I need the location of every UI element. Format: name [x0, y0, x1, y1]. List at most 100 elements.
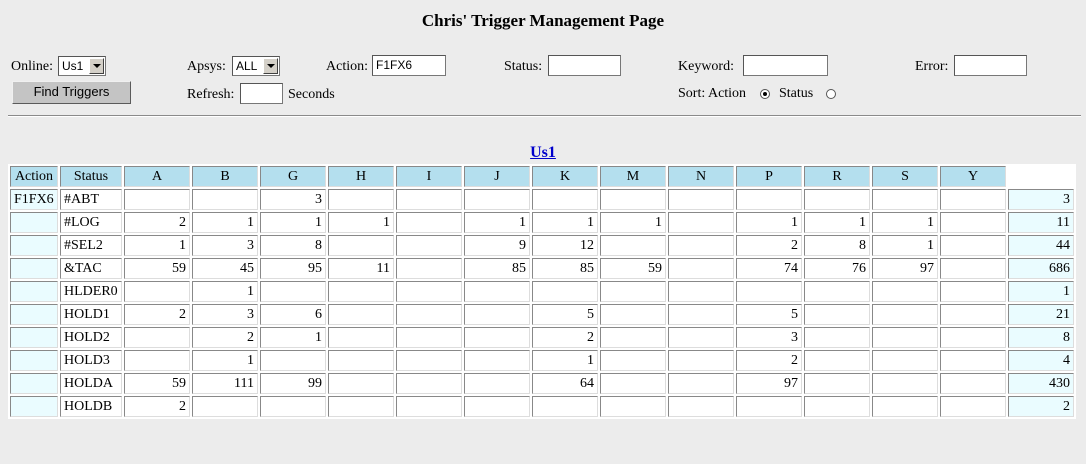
cell-count: 1 [804, 212, 870, 233]
sort-action-radio[interactable] [760, 89, 770, 99]
cell-count [328, 281, 394, 302]
cell-count [804, 373, 870, 394]
cell-count: 1 [260, 212, 326, 233]
cell-count: 99 [260, 373, 326, 394]
cell-count [668, 212, 734, 233]
cell-status: #SEL2 [60, 235, 122, 256]
online-select[interactable]: Us1 [58, 56, 106, 76]
cell-count: 85 [464, 258, 530, 279]
chevron-down-icon[interactable] [89, 58, 104, 74]
cell-action [10, 235, 58, 256]
cell-count: 1 [872, 212, 938, 233]
cell-total: 4 [1008, 350, 1074, 371]
cell-count [124, 350, 190, 371]
cell-count [192, 189, 258, 210]
cell-count [124, 281, 190, 302]
cell-count: 1 [192, 212, 258, 233]
cell-count [396, 327, 462, 348]
cell-count: 1 [532, 212, 598, 233]
cell-count [396, 235, 462, 256]
status-label: Status: [504, 59, 543, 74]
error-label: Error: [915, 59, 949, 74]
cell-count [396, 212, 462, 233]
error-input[interactable] [954, 55, 1027, 76]
cell-count: 85 [532, 258, 598, 279]
apsys-select[interactable]: ALL [232, 56, 280, 76]
column-header-p: P [736, 166, 802, 187]
status-input[interactable] [548, 55, 621, 76]
cell-count: 111 [192, 373, 258, 394]
cell-count: 2 [124, 396, 190, 417]
cell-count [600, 327, 666, 348]
cell-count [872, 281, 938, 302]
cell-count: 1 [872, 235, 938, 256]
table-row: HLDER0 1 1 [10, 281, 1074, 302]
refresh-input[interactable] [240, 83, 283, 104]
page-title: Chris' Trigger Management Page [421, 11, 665, 30]
cell-count [940, 189, 1006, 210]
cell-count [940, 235, 1006, 256]
cell-count [940, 212, 1006, 233]
column-header-r: R [804, 166, 870, 187]
cell-count: 97 [872, 258, 938, 279]
cell-count [872, 189, 938, 210]
cell-count [872, 327, 938, 348]
cell-count: 3 [260, 189, 326, 210]
keyword-input[interactable] [743, 55, 828, 76]
sort-status-radio[interactable] [826, 89, 836, 99]
cell-count: 2 [736, 350, 802, 371]
cell-count [872, 304, 938, 325]
cell-count [940, 373, 1006, 394]
cell-count [940, 281, 1006, 302]
cell-count: 59 [124, 373, 190, 394]
cell-status: #ABT [60, 189, 122, 210]
cell-total: 686 [1008, 258, 1074, 279]
cell-action: F1FX6 [10, 189, 58, 210]
cell-total: 2 [1008, 396, 1074, 417]
cell-count [600, 235, 666, 256]
column-header-i: I [396, 166, 462, 187]
cell-count: 2 [532, 327, 598, 348]
apsys-label: Apsys: [187, 59, 226, 74]
cell-action [10, 281, 58, 302]
cell-count [872, 396, 938, 417]
cell-count: 74 [736, 258, 802, 279]
table-row: HOLD1 2 3 6 5 5 21 [10, 304, 1074, 325]
cell-count [124, 327, 190, 348]
table-row: HOLDB 2 2 [10, 396, 1074, 417]
action-label: Action: [326, 59, 368, 74]
cell-count [600, 189, 666, 210]
cell-count: 2 [736, 235, 802, 256]
cell-count: 2 [124, 212, 190, 233]
cell-count [668, 304, 734, 325]
cell-count [532, 281, 598, 302]
cell-status: HLDER0 [60, 281, 122, 302]
cell-total: 11 [1008, 212, 1074, 233]
cell-count [668, 396, 734, 417]
cell-count [532, 396, 598, 417]
cell-count [668, 327, 734, 348]
cell-count [940, 396, 1006, 417]
action-input[interactable]: F1FX6 [372, 55, 446, 76]
cell-count: 1 [260, 327, 326, 348]
online-select-value: Us1 [62, 59, 84, 73]
cell-count [600, 304, 666, 325]
cell-count [668, 189, 734, 210]
chevron-down-icon[interactable] [263, 58, 278, 74]
table-row: &TAC 59 45 95 11 85 85 59 74 76 97 686 [10, 258, 1074, 279]
cell-count [600, 396, 666, 417]
cell-action [10, 373, 58, 394]
cell-count [872, 373, 938, 394]
cell-action [10, 212, 58, 233]
find-triggers-button[interactable]: Find Triggers [12, 81, 131, 104]
column-header-total [1008, 166, 1074, 187]
cell-status: HOLDB [60, 396, 122, 417]
cell-status: HOLD2 [60, 327, 122, 348]
cell-count [804, 189, 870, 210]
cell-count [804, 396, 870, 417]
cell-status: HOLD1 [60, 304, 122, 325]
cell-count: 8 [260, 235, 326, 256]
column-header-b: B [192, 166, 258, 187]
cell-count [668, 258, 734, 279]
online-results-link[interactable]: Us1 [0, 144, 1086, 162]
